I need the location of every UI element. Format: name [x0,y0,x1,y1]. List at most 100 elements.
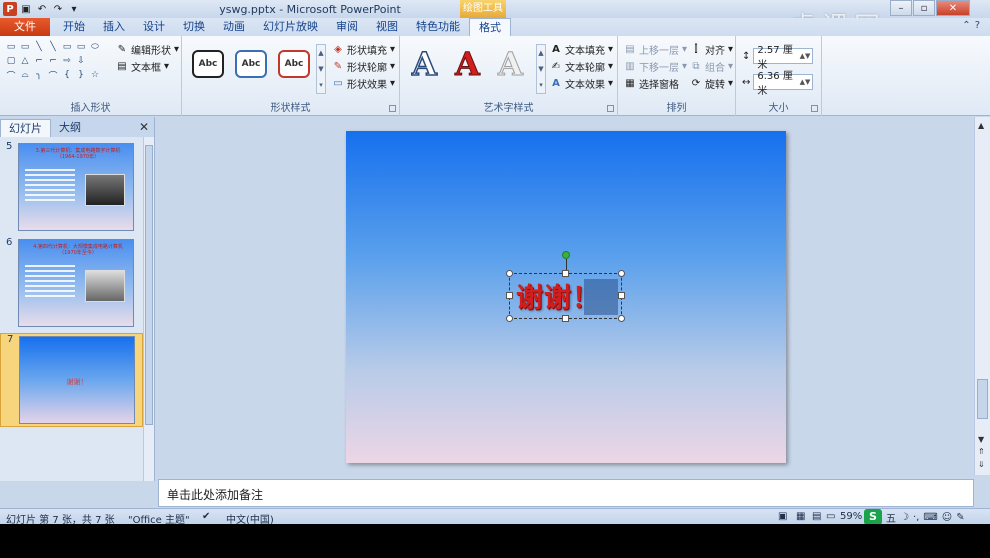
shape-fill-button[interactable]: ◈ 形状填充 ▾ [332,42,395,57]
previous-slide-icon[interactable]: ⇑ [978,447,985,456]
size-launcher-icon[interactable] [811,105,818,112]
shape-styles-launcher-icon[interactable] [389,105,396,112]
shape-gallery-item[interactable]: ▭ [5,41,17,53]
scroll-up-icon[interactable]: ▲ [978,121,984,130]
reading-view-icon[interactable]: ▤ [812,511,821,522]
shape-gallery-item[interactable]: ▭ [19,41,31,53]
slide-wordart-text[interactable]: 谢谢！ [516,276,600,315]
shape-gallery-item[interactable]: ⬭ [89,41,101,53]
scroll-down-icon[interactable]: ▼ [978,435,984,444]
slide-thumbnail[interactable]: 4.第四代计算机：大规模集成电路计算机（1970年至今） [18,239,134,327]
wrench-icon[interactable]: ✎ [956,512,964,523]
shape-gallery-item[interactable]: ⇩ [75,55,87,67]
tab-outline[interactable]: 大纲 [51,119,89,137]
send-backward-button[interactable]: ▥ 下移一层 ▾ [624,59,687,74]
resize-handle-right[interactable] [618,292,625,299]
shape-style-red[interactable]: Abc [278,50,310,78]
shape-gallery-item[interactable]: ╮ [33,69,45,81]
sogou-ime-icon[interactable]: S [864,509,882,525]
slideshow-icon[interactable]: ▭ [826,511,835,522]
shape-style-blue[interactable]: Abc [235,50,267,78]
wordart-textbox[interactable]: 谢谢！ [509,273,622,319]
slide-thumbnail[interactable]: 3.第三代计算机：集成电路数字计算机（1964-1970年） [18,143,134,231]
tab-review[interactable]: 审阅 [327,18,367,36]
height-spinner[interactable]: ▲▼ [800,52,813,60]
tab-animations[interactable]: 动画 [214,18,254,36]
keyboard-icon[interactable]: ⌨ [923,512,937,523]
rotate-button[interactable]: ⟳ 旋转 ▾ [690,76,733,91]
notes-pane[interactable]: 单击此处添加备注 [158,479,974,507]
slide-thumbnail-row[interactable]: 5 3.第三代计算机：集成电路数字计算机（1964-1970年） [0,141,143,233]
shape-gallery-item[interactable]: ☆ [89,69,101,81]
minimize-ribbon-icon[interactable]: ⌃ [962,20,970,31]
shape-gallery-item[interactable]: ⌐ [47,55,59,67]
slide-thumbnail[interactable]: 谢谢！ [19,336,135,424]
canvas-scroll-thumb[interactable] [977,379,988,419]
shape-gallery-item[interactable]: ⌐ [33,55,45,67]
width-spinner[interactable]: ▲▼ [800,78,813,86]
text-effects-button[interactable]: A 文本效果 ▾ [550,76,613,91]
tab-file[interactable]: 文件 [0,18,50,36]
shape-gallery-item[interactable] [103,69,115,81]
punctuation-icon[interactable]: ·, [913,512,919,523]
slides-panel-scrollbar[interactable] [143,137,154,481]
shape-gallery-item[interactable]: ⌒ [5,69,17,82]
help-icon[interactable]: ? [975,20,980,31]
spellcheck-icon[interactable]: ✔ [202,511,210,522]
slide-thumbnail-row-selected[interactable]: 7 谢谢！ [0,333,143,427]
shape-gallery-item[interactable] [103,55,115,67]
slide-thumbnail-row[interactable]: 6 4.第四代计算机：大规模集成电路计算机（1970年至今） [0,237,143,329]
wordart-gallery-scroll[interactable]: ▲ ▼ ▾ [536,44,546,94]
shape-gallery-item[interactable]: ▢ [5,55,17,67]
tab-slides[interactable]: 幻灯片 [0,119,51,137]
resize-handle-bottom-left[interactable] [506,315,513,322]
group-button[interactable]: ⧉ 组合 ▾ [690,59,733,74]
close-panel-icon[interactable]: ✕ [139,120,149,134]
moon-icon[interactable]: ☽ [900,512,909,523]
resize-handle-bottom[interactable] [562,315,569,322]
slide[interactable]: 谢谢！ [346,131,786,463]
text-fill-button[interactable]: A 文本填充 ▾ [550,42,613,57]
user-icon[interactable]: ☺ [942,512,952,523]
shape-gallery-item[interactable] [103,41,115,53]
shape-gallery-item[interactable]: { [61,69,73,81]
normal-view-icon[interactable]: ▣ [778,511,787,522]
selection-pane-button[interactable]: ▦ 选择窗格 [624,76,679,91]
shape-gallery-item[interactable]: } [75,69,87,81]
shape-gallery-item[interactable]: △ [19,55,31,67]
bring-forward-button[interactable]: ▤ 上移一层 ▾ [624,42,687,57]
shapes-gallery[interactable]: ▭ ▭ ╲ ╲ ▭ ▭ ⬭ ▢ △ ⌐ ⌐ ⇨ ⇩ ⌒ ⌓ ╮ ⌒{} ☆ [5,41,129,82]
tab-home[interactable]: 开始 [54,18,94,36]
tab-design[interactable]: 设计 [134,18,174,36]
shape-gallery-item[interactable]: ▭ [61,41,73,53]
width-input[interactable]: 6.36 厘米 ▲▼ [753,71,814,97]
shape-gallery-item[interactable]: ⇨ [61,55,73,67]
align-button[interactable]: ⫿ 对齐 ▾ [690,42,733,57]
shape-gallery-item[interactable]: ⌓ [19,69,31,81]
resize-handle-top-right[interactable] [618,270,625,277]
shape-styles-gallery-scroll[interactable]: ▲ ▼ ▾ [316,44,326,94]
ime-mode-label[interactable]: 五 [886,510,896,525]
resize-handle-left[interactable] [506,292,513,299]
wordart-style-red[interactable]: A [455,46,481,83]
shape-gallery-item[interactable] [89,55,101,67]
tab-slideshow[interactable]: 幻灯片放映 [254,18,327,36]
tab-view[interactable]: 视图 [367,18,407,36]
resize-handle-bottom-right[interactable] [618,315,625,322]
slides-panel-scroll-thumb[interactable] [145,145,153,425]
tab-insert[interactable]: 插入 [94,18,134,36]
rotation-handle[interactable] [562,251,570,259]
shape-gallery-item[interactable]: ▭ [75,41,87,53]
resize-handle-top-left[interactable] [506,270,513,277]
next-slide-icon[interactable]: ⇓ [978,460,985,469]
shape-outline-button[interactable]: ✎ 形状轮廓 ▾ [332,59,395,74]
zoom-level[interactable]: 59% [840,511,862,522]
text-box-button[interactable]: ▤ 文本框 ▾ [116,59,169,74]
shape-gallery-item[interactable]: ⌒ [47,69,59,82]
wordart-style-light[interactable]: A [498,46,524,83]
text-outline-button[interactable]: ✍ 文本轮廓 ▾ [550,59,613,74]
shape-effects-button[interactable]: ▭ 形状效果 ▾ [332,76,395,91]
canvas-vertical-scrollbar[interactable]: ▲ ▼ ⇑ ⇓ [974,117,990,475]
slide-sorter-icon[interactable]: ▦ [796,511,805,522]
shape-gallery-item[interactable]: ╲ [33,41,45,53]
